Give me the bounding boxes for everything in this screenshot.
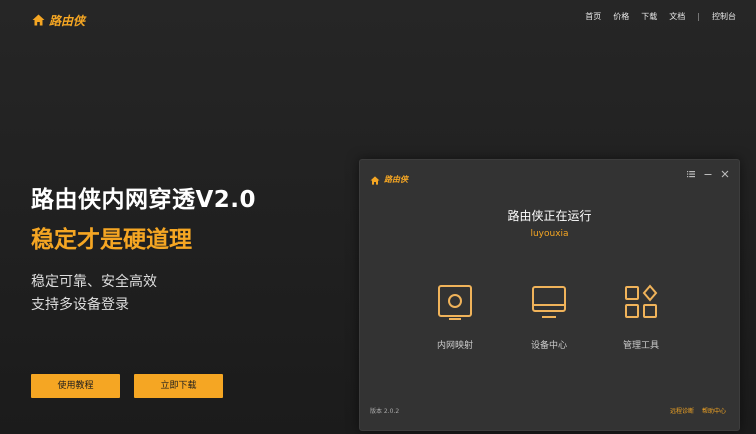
tool-label: 管理工具 bbox=[622, 341, 659, 351]
tool-device-center[interactable]: 设备中心 bbox=[509, 284, 589, 351]
menu-icon[interactable] bbox=[687, 169, 695, 182]
window-controls bbox=[687, 169, 729, 182]
brand-logo[interactable]: 路由侠 bbox=[32, 11, 85, 30]
hero-feature: 稳定可靠、安全高效 bbox=[31, 274, 157, 290]
minimize-icon[interactable] bbox=[704, 169, 712, 182]
management-tools-icon bbox=[625, 284, 658, 318]
tool-label: 设备中心 bbox=[530, 341, 567, 351]
app-window-preview: 路由侠 路由侠正在运行 luyouxia 内网映射 设备中心 管理工具 版本 2… bbox=[359, 159, 740, 431]
running-status: 路由侠正在运行 bbox=[507, 209, 592, 223]
tool-management[interactable]: 管理工具 bbox=[601, 284, 681, 351]
hero-feature: 支持多设备登录 bbox=[31, 297, 129, 313]
brand-name: 路由侠 bbox=[49, 14, 86, 28]
hero-subtitle: 稳定才是硬道理 bbox=[31, 227, 192, 253]
tool-port-mapping[interactable]: 内网映射 bbox=[415, 284, 495, 351]
device-center-icon bbox=[532, 286, 566, 318]
username: luyouxia bbox=[530, 229, 569, 239]
tool-label: 内网映射 bbox=[436, 341, 473, 351]
nav-console-link[interactable]: 控制台 bbox=[712, 11, 736, 22]
nav-home-link[interactable]: 首页 bbox=[585, 11, 601, 22]
nav-separator: | bbox=[697, 12, 700, 21]
app-brand: 路由侠 bbox=[370, 170, 408, 189]
close-icon[interactable] bbox=[721, 169, 729, 182]
tutorial-button[interactable]: 使用教程 bbox=[31, 374, 120, 398]
nav-docs-link[interactable]: 文档 bbox=[669, 11, 685, 22]
help-center-link[interactable]: 帮助中心 bbox=[702, 406, 726, 415]
app-brand-name: 路由侠 bbox=[384, 175, 408, 184]
footer-links: 远程诊断 帮助中心 bbox=[670, 406, 726, 415]
hero-title: 路由侠内网穿透V2.0 bbox=[31, 187, 257, 213]
version-label: 版本 2.0.2 bbox=[370, 408, 400, 415]
download-button[interactable]: 立即下载 bbox=[134, 374, 223, 398]
remote-diagnosis-link[interactable]: 远程诊断 bbox=[670, 406, 694, 415]
nav-pricing-link[interactable]: 价格 bbox=[613, 11, 629, 22]
main-menu: 首页 价格 下载 文档 | 控制台 bbox=[573, 11, 736, 22]
port-mapping-icon bbox=[438, 285, 472, 320]
home-icon bbox=[370, 170, 380, 189]
home-icon bbox=[32, 11, 45, 30]
top-navbar: 路由侠 首页 价格 下载 文档 | 控制台 bbox=[0, 0, 756, 36]
nav-download-link[interactable]: 下载 bbox=[641, 11, 657, 22]
